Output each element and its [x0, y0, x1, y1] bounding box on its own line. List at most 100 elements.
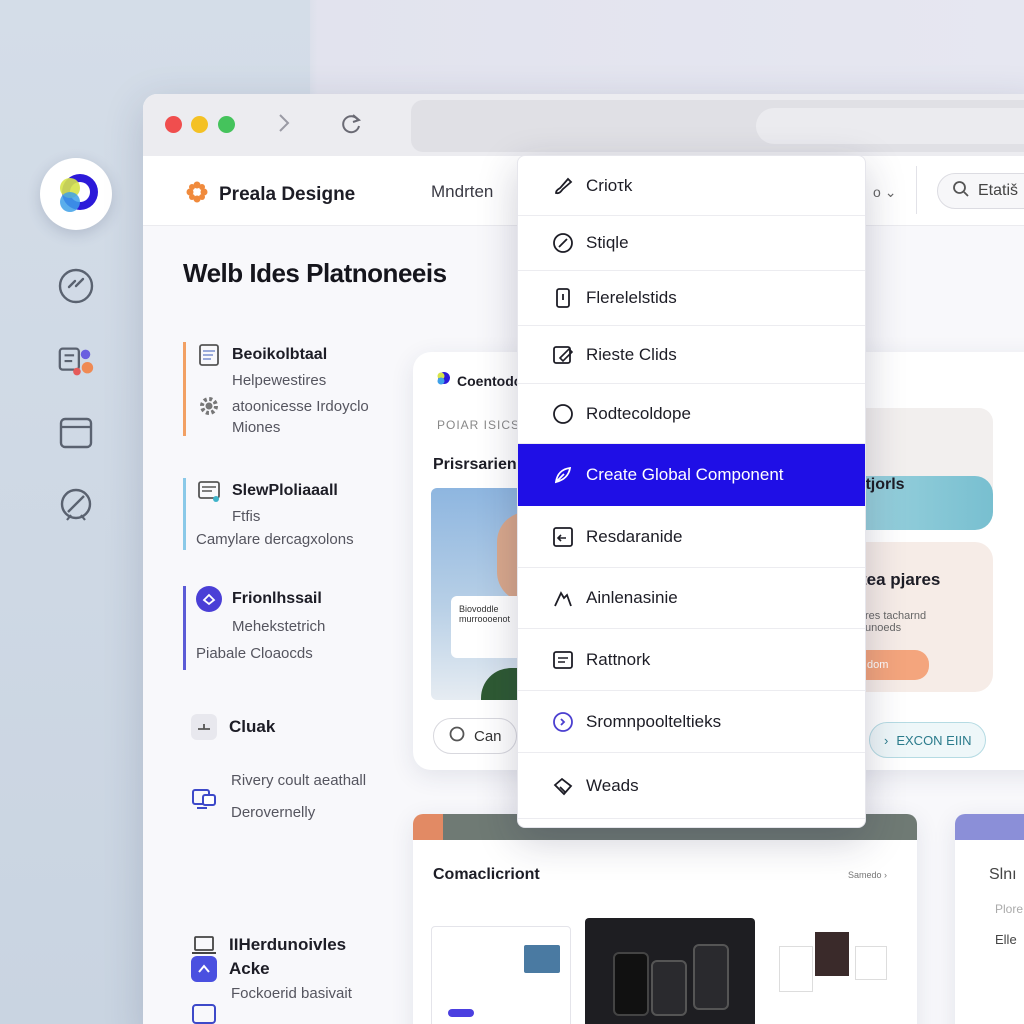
reload-icon[interactable] [339, 112, 363, 141]
preview-thumb-1[interactable] [431, 926, 571, 1024]
right-card-button[interactable]: › EXCON EIIN [869, 722, 987, 758]
right-card-heading: itjorls [861, 476, 905, 493]
right-card-button-label: EXCON EIIN [896, 732, 972, 748]
nav-menu-item[interactable]: Mndrten [431, 182, 493, 202]
feather-icon [552, 464, 574, 486]
side-item-label: IIHerdunoivles [229, 935, 347, 954]
card-cancel-button[interactable]: Can [433, 718, 517, 754]
dropdown-item-5[interactable]: Create Global Component [518, 444, 865, 506]
chevron-right-icon: › [884, 870, 887, 880]
return-icon [552, 526, 574, 548]
dropdown-item-label: Rattnork [586, 649, 651, 669]
app-logo[interactable] [40, 158, 112, 230]
bottom-card-title: Comaclicriont [433, 866, 540, 883]
gear-flower-icon [185, 180, 209, 210]
maximize-window-button[interactable] [218, 116, 235, 133]
bottom-right-sub: Plore [995, 902, 1024, 916]
gear-icon [196, 393, 222, 419]
right-card-heading-2: tea pjares [861, 570, 941, 589]
sidebar-group-line: Piabale Cloaocds [196, 645, 313, 662]
bottom-card-link-label: Samedo [847, 870, 882, 880]
close-window-button[interactable] [165, 116, 182, 133]
title-bar [143, 94, 1024, 156]
dropdown-item-label: Stiqle [586, 233, 629, 252]
minus-box-icon [191, 714, 217, 740]
side-text: Fockoerid basivait [231, 985, 352, 1002]
left-rail [40, 158, 112, 230]
person-icon [552, 587, 574, 609]
sidebar-group-title: SlewPloliaaall [232, 482, 338, 499]
chat-people-icon[interactable] [56, 342, 96, 382]
clock-check-icon[interactable] [56, 266, 96, 306]
search-field[interactable]: Etatiš [937, 173, 1024, 209]
sidebar-group-3[interactable]: Frionlhssail Mehekstetrich Piabale Cloao… [183, 586, 325, 670]
card-heading: Prisrsarien [433, 456, 517, 473]
side-item-hierdunoivles[interactable]: IIHerdunoivles [191, 932, 346, 958]
puzzle-icon [196, 586, 222, 612]
arrow-box-icon [191, 956, 217, 982]
app-logo-small-icon [435, 370, 451, 391]
sidebar-group-line: atoonicesse Irdoyclo [232, 397, 369, 415]
sidebar-group-2[interactable]: SlewPloliaaall Ftfis Camylare dercagxolo… [183, 478, 354, 550]
dropdown-item-6[interactable]: Resdaranide [518, 506, 865, 568]
address-bar-field[interactable] [756, 108, 1024, 144]
header-divider [916, 166, 917, 214]
form-icon [196, 478, 222, 504]
sidebar-group-title: Frionlhssail [232, 590, 322, 607]
side-item-label: Cluak [229, 717, 276, 736]
dropdown-item-7[interactable]: Ainlenasinie [518, 568, 865, 629]
template-card-right[interactable]: itjorls tea pjares res tacharnd unoeds d… [843, 352, 1024, 770]
address-bar[interactable] [411, 100, 1024, 152]
card-brand: Coentodc [457, 372, 522, 389]
sidebar-group-line: Miones [232, 419, 281, 436]
window-icon[interactable] [56, 413, 96, 453]
dropdown-item-8[interactable]: Rattnork [518, 629, 865, 691]
dropdown-item-label: Resdaranide [586, 526, 683, 546]
sidebar-group-1[interactable]: Beoikolbtaal Helpewestires atoonicesse I… [183, 342, 369, 436]
page-title: Welb Ides Platnoneeis [183, 258, 447, 288]
dropdown-item-2[interactable]: Flerelelstids [518, 271, 865, 326]
forward-icon[interactable] [277, 112, 291, 139]
chevron-down-icon: ⌄ [884, 184, 897, 200]
bottom-card-link[interactable]: Samedo › [848, 870, 887, 880]
phone-icon [552, 287, 574, 309]
dropdown-item-9[interactable]: Sromnpoolteltieks [518, 691, 865, 753]
calendar-icon [192, 1004, 216, 1024]
dropdown-item-label: Flerelelstids [586, 288, 677, 307]
bottom-card[interactable]: Comaclicriont Samedo › [413, 814, 917, 1024]
brand[interactable]: Preala Designe [185, 180, 355, 210]
side-text: Rivery coult aeathall [231, 772, 367, 789]
dropdown-item-10[interactable]: Weads [518, 753, 865, 819]
hand-icon [552, 775, 574, 797]
brush-icon [552, 175, 574, 197]
dropdown-item-0[interactable]: Crioτk [518, 156, 865, 216]
side-item-acke[interactable]: Acke [191, 956, 270, 982]
sidebar-group-line: Camylare dercagxolons [196, 531, 354, 548]
compass-icon[interactable] [56, 485, 96, 525]
dropdown-item-label: Weads [586, 775, 639, 795]
dropdown-item-1[interactable]: Stiqle [518, 216, 865, 271]
laptop-icon [191, 932, 217, 958]
minimize-window-button[interactable] [191, 116, 208, 133]
chevron-right-icon: › [884, 732, 889, 748]
dropdown-item-label: Create Global Component [586, 464, 784, 484]
dropdown-item-4[interactable]: Rodtecoldope [518, 384, 865, 444]
app-logo-icon [60, 174, 98, 212]
side-item-cluak[interactable]: Cluak [191, 714, 275, 740]
bottom-card-right[interactable]: Slnı Plore Elle [955, 814, 1024, 1024]
side-item-label: Acke [229, 959, 270, 978]
refresh-icon [448, 725, 466, 747]
brand-name: Preala Designe [219, 184, 356, 205]
sidebar-group-line: Ftfis [232, 508, 261, 525]
preview-thumb-2[interactable] [585, 918, 755, 1024]
compass-icon [552, 232, 574, 254]
preview-thumb-3[interactable] [769, 926, 889, 1024]
dropdown-item-3[interactable]: Rieste Clids [518, 326, 865, 384]
nav-more-label: o [873, 184, 881, 200]
refresh-icon [552, 711, 574, 733]
search-icon [952, 180, 970, 203]
bottom-right-title: Slnı [989, 866, 1017, 883]
edit-box-icon [552, 344, 574, 366]
nav-more-dropdown[interactable]: o ⌄ [873, 184, 896, 201]
dropdown-item-label: Rieste Clids [586, 344, 677, 364]
